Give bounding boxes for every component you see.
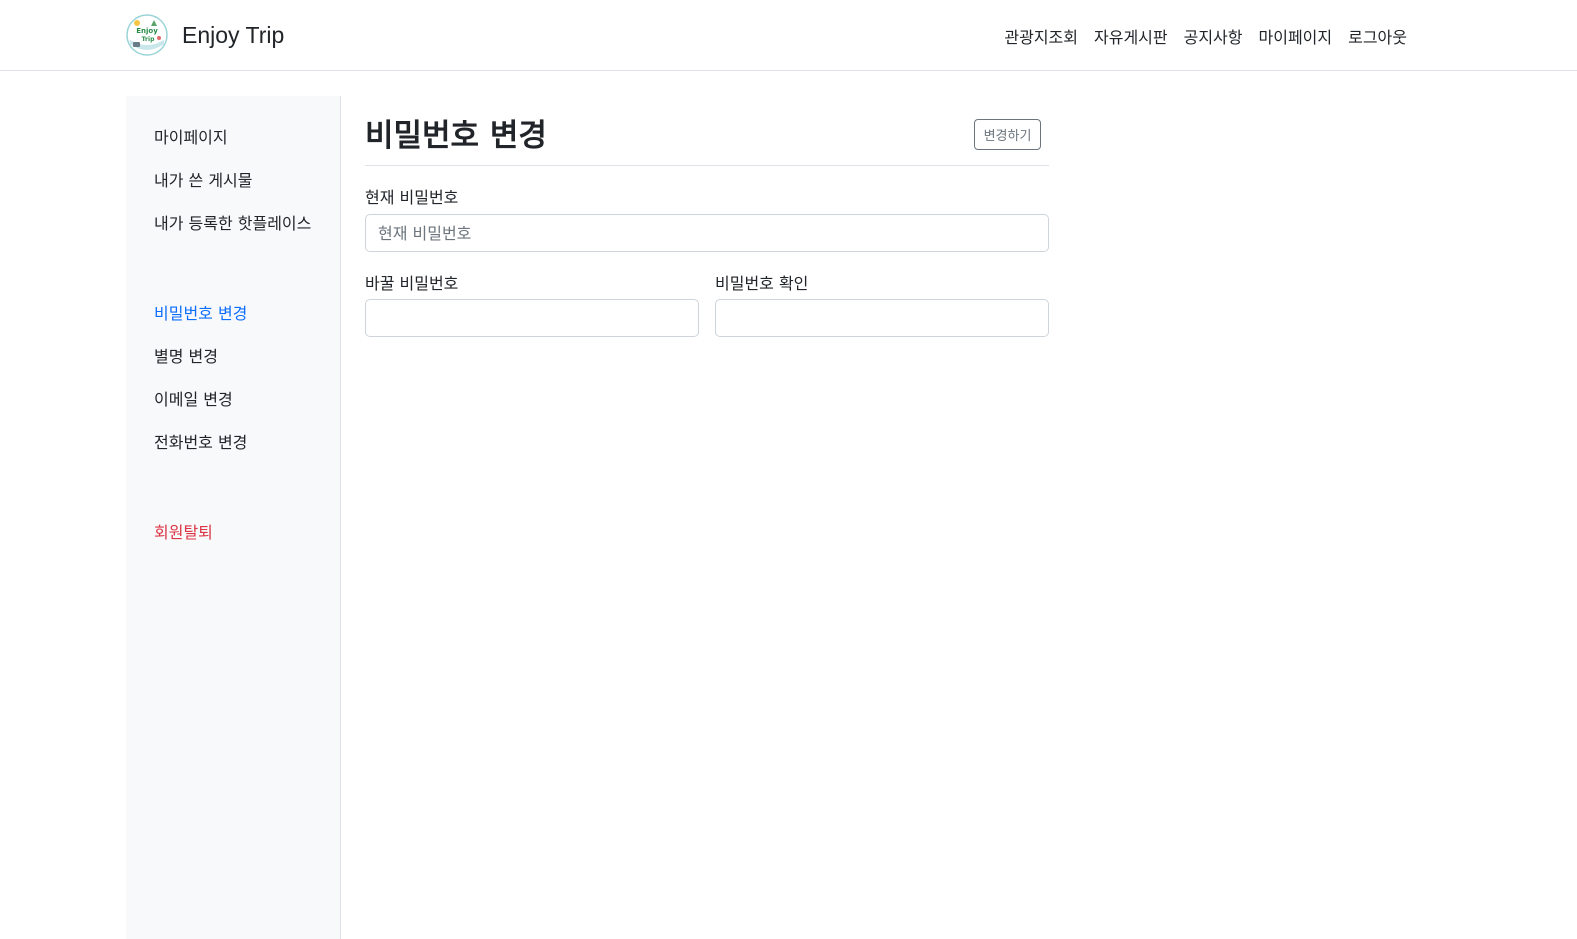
- sidebar-item-change-nickname[interactable]: 별명 변경: [154, 343, 218, 367]
- new-password-input[interactable]: [365, 299, 699, 337]
- nav-mypage[interactable]: 마이페이지: [1259, 24, 1333, 48]
- title-divider: [365, 165, 1049, 166]
- top-navbar: Enjoy Trip Enjoy Trip 관광지조회 자유게시판 공지사항 마…: [0, 0, 1577, 71]
- logo-text-top: Enjoy: [136, 27, 158, 35]
- nav-notice[interactable]: 공지사항: [1184, 24, 1243, 48]
- confirm-password-input[interactable]: [715, 299, 1049, 337]
- logo-text-bottom: Trip: [142, 36, 155, 43]
- sidebar-item-withdraw[interactable]: 회원탈퇴: [154, 519, 213, 543]
- sidebar-item-change-email[interactable]: 이메일 변경: [154, 386, 233, 410]
- nav-free-board[interactable]: 자유게시판: [1094, 24, 1168, 48]
- enjoy-trip-logo-icon: Enjoy Trip: [126, 14, 168, 56]
- sidebar: 마이페이지 내가 쓴 게시물 내가 등록한 핫플레이스 비밀번호 변경 별명 변…: [126, 96, 341, 939]
- brand-name: Enjoy Trip: [182, 21, 285, 48]
- sidebar-item-change-phone[interactable]: 전화번호 변경: [154, 429, 247, 453]
- sidebar-item-my-posts[interactable]: 내가 쓴 게시물: [154, 167, 253, 191]
- sidebar-item-change-password[interactable]: 비밀번호 변경: [154, 300, 247, 324]
- change-password-button[interactable]: 변경하기: [974, 119, 1041, 150]
- current-password-input[interactable]: [365, 214, 1049, 252]
- brand-link[interactable]: Enjoy Trip Enjoy Trip: [126, 14, 284, 56]
- nav-tour-search[interactable]: 관광지조회: [1004, 24, 1078, 48]
- sidebar-item-mypage[interactable]: 마이페이지: [154, 124, 228, 148]
- sidebar-item-my-hotplaces[interactable]: 내가 등록한 핫플레이스: [154, 210, 311, 234]
- confirm-password-label: 비밀번호 확인: [715, 274, 809, 293]
- current-password-label: 현재 비밀번호: [365, 188, 459, 207]
- page-title: 비밀번호 변경: [365, 118, 547, 154]
- main-nav: 관광지조회 자유게시판 공지사항 마이페이지 로그아웃: [988, 24, 1407, 48]
- new-password-label: 바꿀 비밀번호: [365, 274, 459, 293]
- nav-logout[interactable]: 로그아웃: [1348, 24, 1407, 48]
